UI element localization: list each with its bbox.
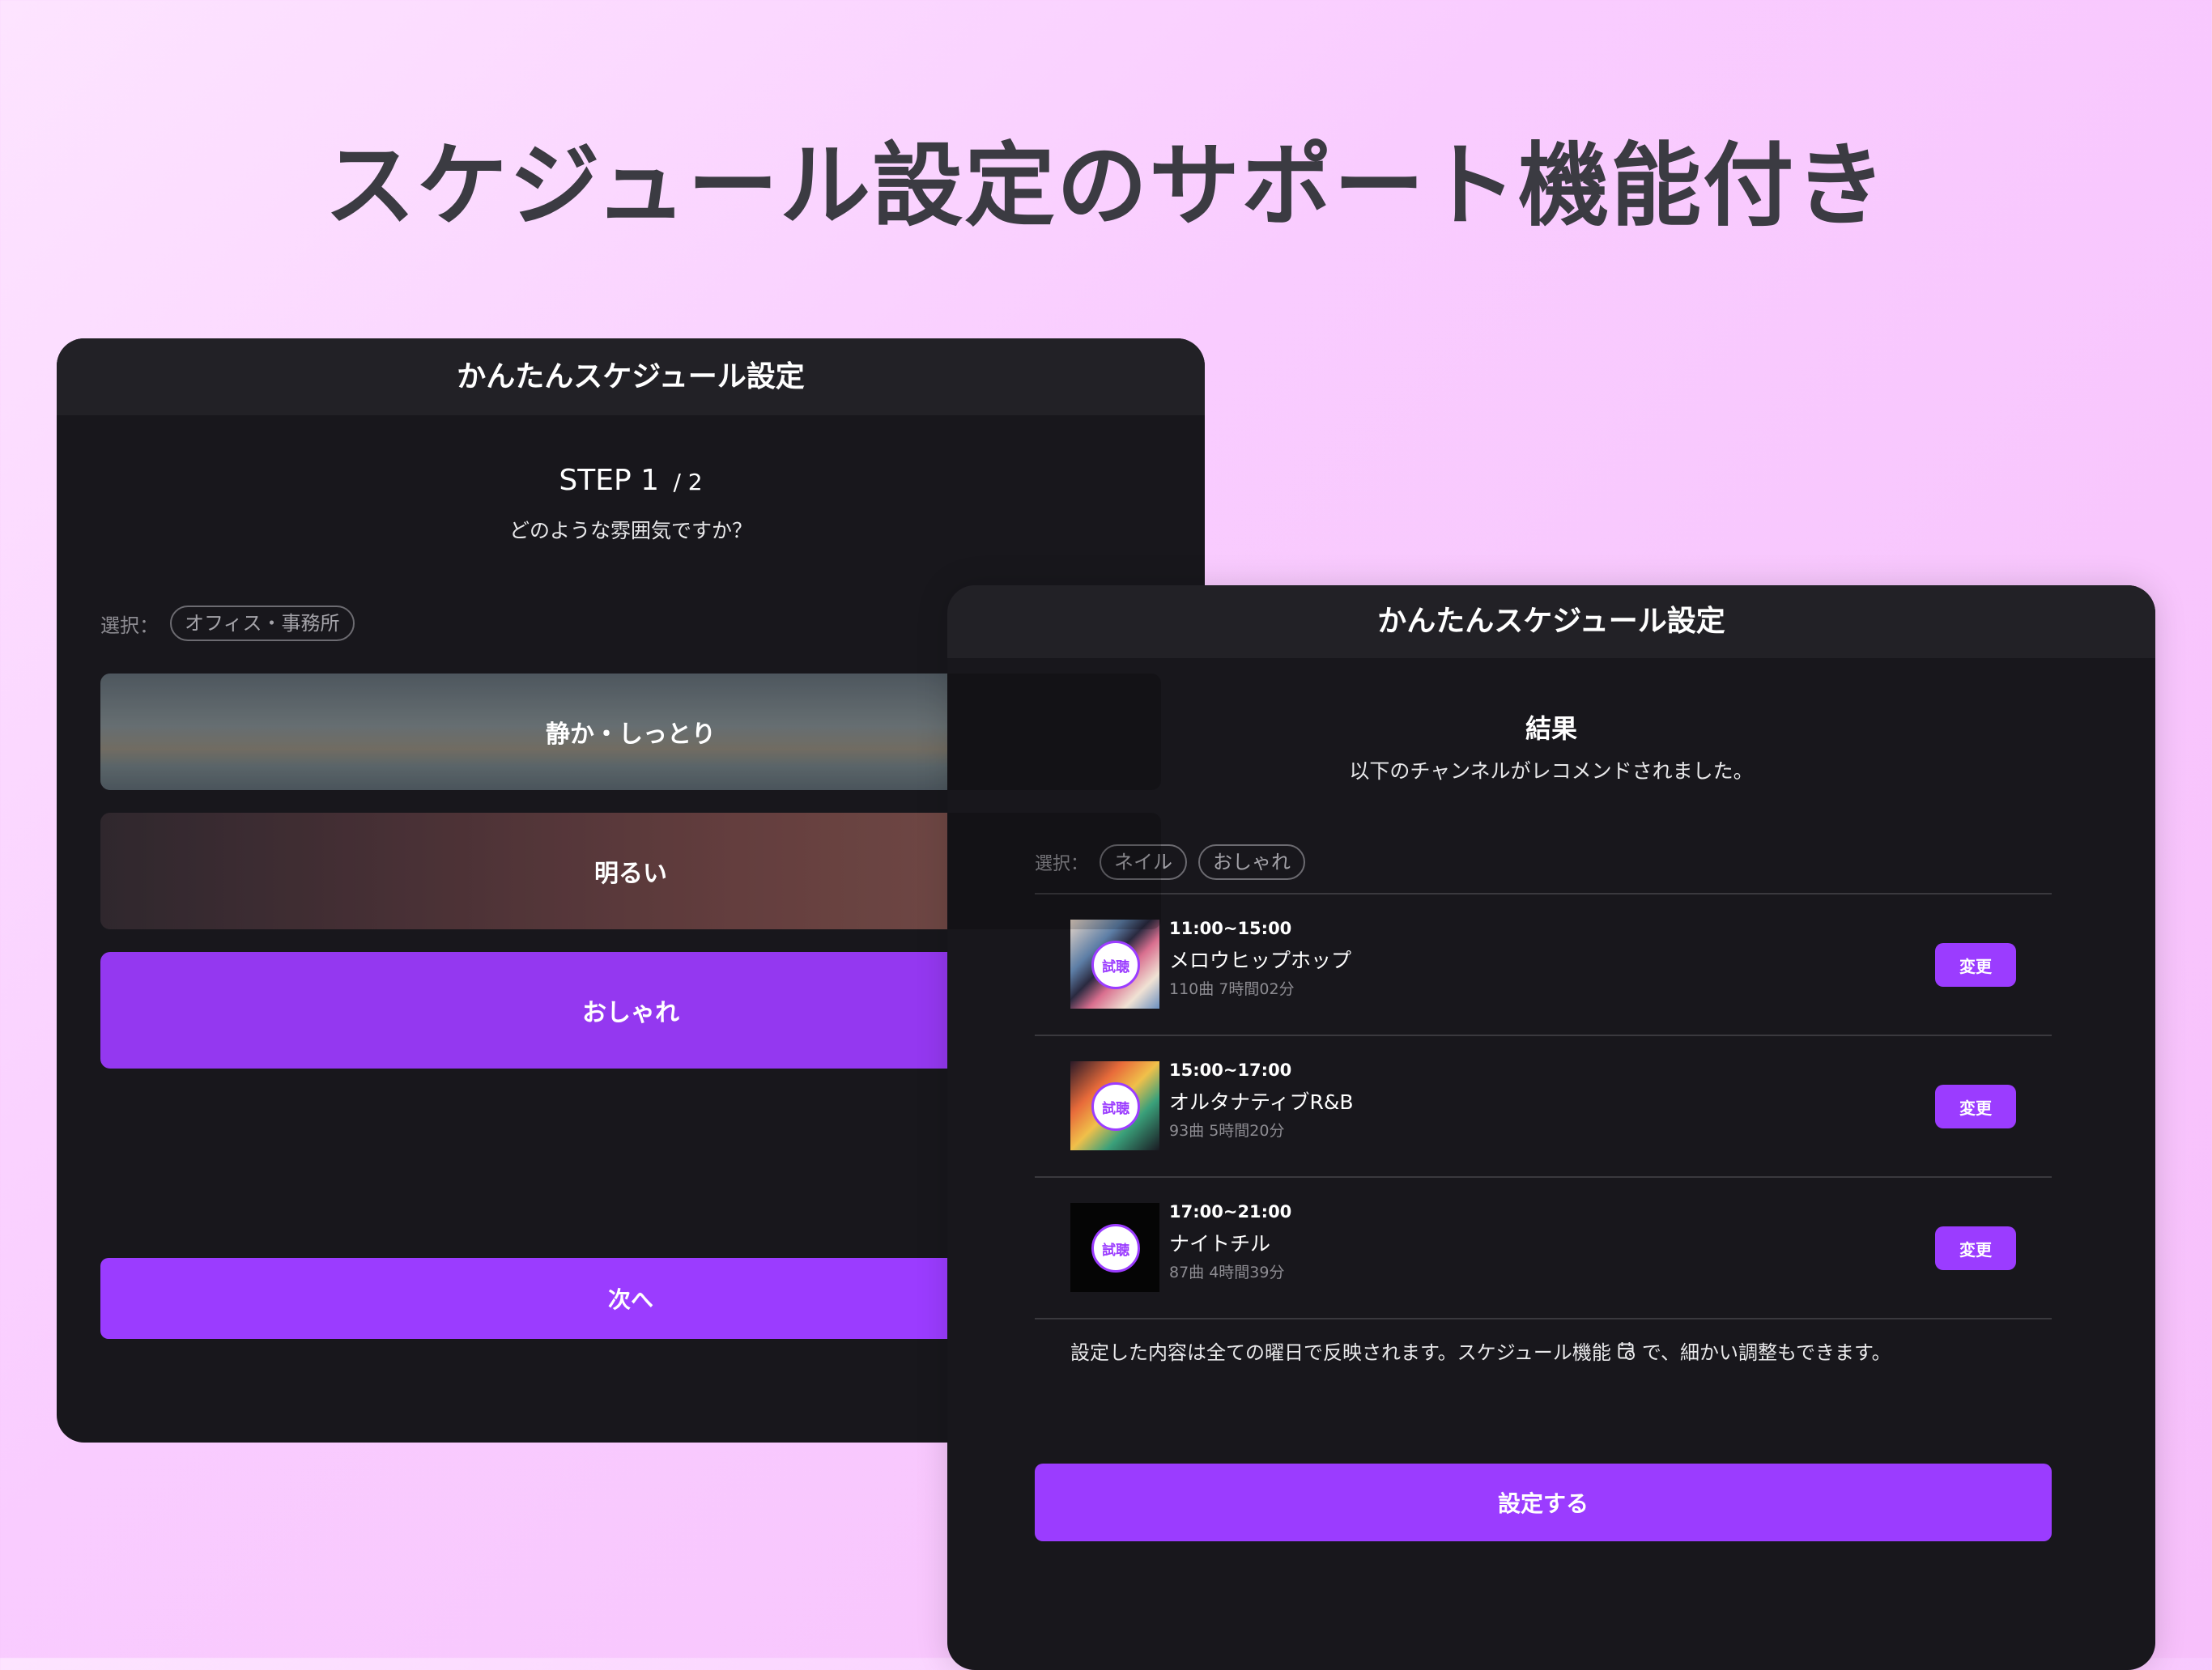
recommendation-item: 試聴 15:00~17:00 オルタナティブR&B 93曲 5時間20分 変更 [1035, 1035, 2052, 1176]
submit-button[interactable]: 設定する [1035, 1464, 2052, 1541]
step-indicator: STEP 1 / 2 [57, 464, 1205, 497]
selection-chip: オフィス・事務所 [170, 606, 355, 641]
option-label: 静か・しっとり [546, 720, 716, 749]
channel-thumbnail[interactable]: 試聴 [1070, 1061, 1159, 1150]
preview-badge[interactable]: 試聴 [1091, 1082, 1140, 1131]
time-range: 11:00~15:00 [1169, 919, 1292, 938]
channel-thumbnail[interactable]: 試聴 [1070, 920, 1159, 1009]
page-headline: スケジュール設定のサポート機能付き [324, 134, 1888, 239]
channel-meta: 110曲 7時間02分 [1169, 980, 1295, 998]
recommendation-item: 試聴 17:00~21:00 ナイトチル 87曲 4時間39分 変更 [1035, 1176, 2052, 1319]
channel-name: ナイトチル [1169, 1232, 1271, 1256]
channel-meta: 93曲 5時間20分 [1169, 1122, 1285, 1140]
preview-badge[interactable]: 試聴 [1091, 941, 1140, 989]
note-text: 設定した内容は全ての曜日で反映されます。スケジュール機能 [1070, 1341, 1611, 1364]
channel-thumbnail[interactable]: 試聴 [1070, 1203, 1159, 1292]
recommendation-item: 試聴 11:00~15:00 メロウヒップホップ 110曲 7時間02分 変更 [1035, 893, 2052, 1035]
panel-title: かんたんスケジュール設定 [947, 585, 2155, 658]
channel-meta: 87曲 4時間39分 [1169, 1264, 1285, 1281]
selection-label: 選択： [100, 614, 159, 637]
selection-chip-stylish: おしゃれ [1198, 844, 1306, 880]
change-button[interactable]: 変更 [1935, 1226, 2016, 1270]
time-range: 15:00~17:00 [1169, 1060, 1292, 1080]
selection-row: 選択： オフィス・事務所 [100, 606, 355, 641]
channel-name: オルタナティブR&B [1169, 1090, 1354, 1114]
schedule-note: 設定した内容は全ての曜日で反映されます。スケジュール機能 で、細かい調整もできま… [1070, 1336, 1891, 1365]
step-question: どのような雰囲気ですか？ [508, 519, 752, 542]
change-button[interactable]: 変更 [1935, 1085, 2016, 1128]
option-quiet[interactable]: 静か・しっとり [100, 674, 1161, 790]
option-label: おしゃれ [582, 999, 679, 1027]
channel-name: メロウヒップホップ [1169, 949, 1352, 972]
option-label: 明るい [594, 860, 667, 888]
change-button[interactable]: 変更 [1935, 943, 2016, 987]
step-label: STEP 1 [559, 464, 660, 497]
option-bright[interactable]: 明るい [100, 813, 1161, 929]
preview-badge[interactable]: 試聴 [1091, 1224, 1140, 1273]
time-range: 17:00~21:00 [1169, 1202, 1292, 1222]
step-total: / 2 [673, 469, 703, 495]
note-text: で、細かい調整もできます。 [1641, 1341, 1891, 1364]
recommendation-list: 試聴 11:00~15:00 メロウヒップホップ 110曲 7時間02分 変更 … [1035, 893, 2052, 1319]
panel-title: かんたんスケジュール設定 [57, 338, 1205, 415]
calendar-clock-icon [1618, 1341, 1635, 1360]
